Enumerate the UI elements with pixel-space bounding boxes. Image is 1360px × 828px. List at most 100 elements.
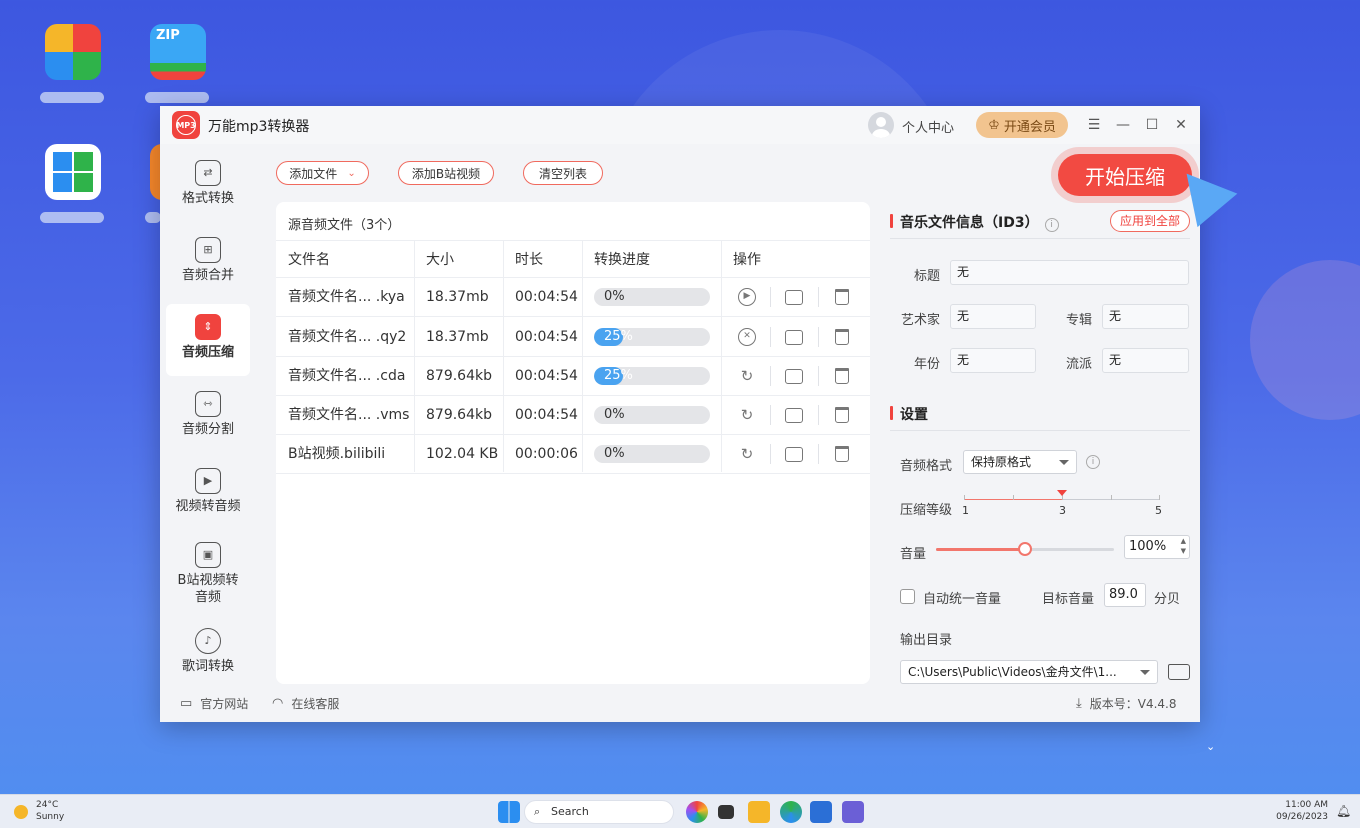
sidebar-item-audio-merge[interactable]: ⊞ 音频合并 <box>166 227 250 299</box>
volume-knob[interactable] <box>1018 542 1032 556</box>
open-folder-icon[interactable] <box>1168 664 1190 680</box>
taskbar-search[interactable]: ⌕ Search <box>524 800 674 824</box>
store-icon[interactable] <box>810 801 832 823</box>
target-volume-input[interactable]: 89.0 <box>1104 583 1146 607</box>
artist-field[interactable]: 无 <box>950 304 1036 329</box>
retry-icon[interactable]: ↻ <box>738 445 756 463</box>
maximize-icon[interactable]: ☐ <box>1142 115 1162 135</box>
add-bilibili-video-button[interactable]: 添加B站视频 <box>398 161 494 185</box>
version-info[interactable]: ⤓ 版本号：V4.4.8 <box>1076 695 1177 712</box>
chevron-down-icon <box>1059 460 1069 465</box>
open-folder-icon[interactable] <box>785 290 803 305</box>
volume-spinbox[interactable]: 100% ▲ ▼ <box>1124 535 1190 559</box>
weather-widget[interactable]: 24°C Sunny <box>36 799 64 823</box>
app-logo-icon: MP3 <box>172 111 200 139</box>
output-dir-select[interactable]: C:\Users\Public\Videos\金舟文件\1... <box>900 660 1158 684</box>
play-icon[interactable]: ▶ <box>738 288 756 306</box>
add-file-button[interactable]: 添加文件 ⌄ <box>276 161 369 185</box>
sidebar-item-lyrics[interactable]: ♪ 歌词转换 <box>166 618 250 690</box>
open-folder-icon[interactable] <box>785 369 803 384</box>
file-size: 879.64kb <box>426 407 492 423</box>
action-separator <box>818 327 819 347</box>
artist-label: 艺术家 <box>900 313 940 328</box>
sidebar-item-audio-compress[interactable]: ⇕ 音频压缩 <box>166 304 250 376</box>
chevron-down-icon[interactable]: ⌄ <box>1206 740 1215 753</box>
retry-icon[interactable]: ↻ <box>738 406 756 424</box>
taskbar: 24°C Sunny ⌕ Search 11:00 AM 09/26/2023 … <box>0 794 1360 828</box>
volume-slider[interactable] <box>936 542 1114 558</box>
auto-normalize-checkbox[interactable] <box>900 589 915 604</box>
desktop-glow <box>1250 260 1360 420</box>
delete-icon[interactable] <box>835 289 849 305</box>
sidebar-item-label-line2: 音频 <box>194 590 221 605</box>
desktop-icon-label <box>40 92 104 103</box>
action-separator <box>818 444 819 464</box>
info-icon[interactable]: i <box>1086 455 1100 469</box>
file-duration: 00:04:54 <box>515 289 578 305</box>
menu-icon[interactable]: ☰ <box>1084 115 1104 135</box>
delete-icon[interactable] <box>835 407 849 423</box>
file-size: 18.37mb <box>426 329 489 345</box>
format-convert-icon: ⇄ <box>195 160 221 186</box>
table-row[interactable]: 音频文件名... .vms 879.64kb 00:04:54 0% ↻ <box>276 396 870 435</box>
vip-button[interactable]: ♔ 开通会员 <box>976 112 1068 138</box>
minimize-icon[interactable]: — <box>1113 115 1133 135</box>
sidebar-item-format-convert[interactable]: ⇄ 格式转换 <box>166 150 250 222</box>
user-center-link[interactable]: 个人中心 <box>902 117 954 136</box>
level-tick <box>1159 495 1160 500</box>
sidebar-item-audio-split[interactable]: ⇿ 音频分割 <box>166 381 250 453</box>
app-window: MP3 万能mp3转换器 个人中心 ♔ 开通会员 ☰ — ☐ ✕ ⇄ 格式转换 … <box>160 106 1200 722</box>
year-field[interactable]: 无 <box>950 348 1036 373</box>
open-folder-icon[interactable] <box>785 330 803 345</box>
audio-merge-icon: ⊞ <box>195 237 221 263</box>
online-support-link[interactable]: ◠ 在线客服 <box>272 695 339 712</box>
open-folder-icon[interactable] <box>785 447 803 462</box>
info-icon[interactable]: i <box>1044 218 1059 232</box>
spin-arrows-icon: ▲ ▼ <box>1180 537 1186 555</box>
settings-panel: 音乐文件信息（ID3） i 应用到全部 标题 无 艺术家 无 专辑 无 年份 无 … <box>890 202 1190 684</box>
open-folder-icon[interactable] <box>785 408 803 423</box>
edge-browser-icon[interactable] <box>780 801 802 823</box>
official-website-link[interactable]: ▭ 官方网站 <box>180 695 248 712</box>
divider <box>890 238 1190 239</box>
level-marker-icon[interactable] <box>1057 490 1067 496</box>
genre-field[interactable]: 无 <box>1102 348 1189 373</box>
desktop-zip-app-icon[interactable]: ZIP <box>150 24 206 80</box>
progress-text: 0% <box>604 289 625 304</box>
notification-bell-icon[interactable]: 🔔︎ <box>1336 804 1351 818</box>
close-icon[interactable]: ✕ <box>1171 115 1191 135</box>
album-field[interactable]: 无 <box>1102 304 1189 329</box>
apply-to-all-button[interactable]: 应用到全部 <box>1110 210 1190 232</box>
sidebar-item-bilibili-to-audio[interactable]: ▣ B站视频转 音频 <box>166 536 250 616</box>
clear-list-button[interactable]: 清空列表 <box>523 161 603 185</box>
delete-icon[interactable] <box>835 446 849 462</box>
table-row[interactable]: 音频文件名... .qy2 18.37mb 00:04:54 25% ✕ <box>276 318 870 357</box>
teams-icon[interactable] <box>842 801 864 823</box>
column-header-progress: 转换进度 <box>594 252 650 268</box>
level-tick <box>964 495 965 500</box>
file-explorer-icon[interactable] <box>748 801 770 823</box>
progress-bar: 0% <box>594 288 710 306</box>
cancel-icon[interactable]: ✕ <box>738 328 756 346</box>
task-view-icon[interactable] <box>718 805 734 819</box>
retry-icon[interactable]: ↻ <box>738 367 756 385</box>
table-row[interactable]: 音频文件名... .kya 18.37mb 00:04:54 0% ▶ <box>276 278 870 317</box>
delete-icon[interactable] <box>835 329 849 345</box>
title-field[interactable]: 无 <box>950 260 1189 285</box>
id3-section-title: 音乐文件信息（ID3） i <box>890 212 1059 232</box>
copilot-icon[interactable] <box>686 801 708 823</box>
desktop-windows-app-icon[interactable] <box>45 144 101 200</box>
table-row[interactable]: B站视频.bilibili 102.04 KB 00:00:06 0% ↻ <box>276 435 870 474</box>
start-menu-icon[interactable] <box>498 801 520 823</box>
user-avatar-icon[interactable] <box>868 112 894 138</box>
desktop-sync-app-icon[interactable] <box>45 24 101 80</box>
delete-icon[interactable] <box>835 368 849 384</box>
level-tick-label: 5 <box>1155 504 1162 517</box>
taskbar-clock[interactable]: 11:00 AM 09/26/2023 <box>1268 799 1328 823</box>
sidebar-item-video-to-audio[interactable]: ▶ 视频转音频 <box>166 458 250 530</box>
action-separator <box>770 327 771 347</box>
compress-level-slider[interactable]: 1 3 5 <box>962 490 1162 520</box>
audio-format-select[interactable]: 保持原格式 <box>963 450 1077 474</box>
chevron-down-icon <box>1140 670 1150 675</box>
table-row[interactable]: 音频文件名... .cda 879.64kb 00:04:54 25% ↻ <box>276 357 870 396</box>
